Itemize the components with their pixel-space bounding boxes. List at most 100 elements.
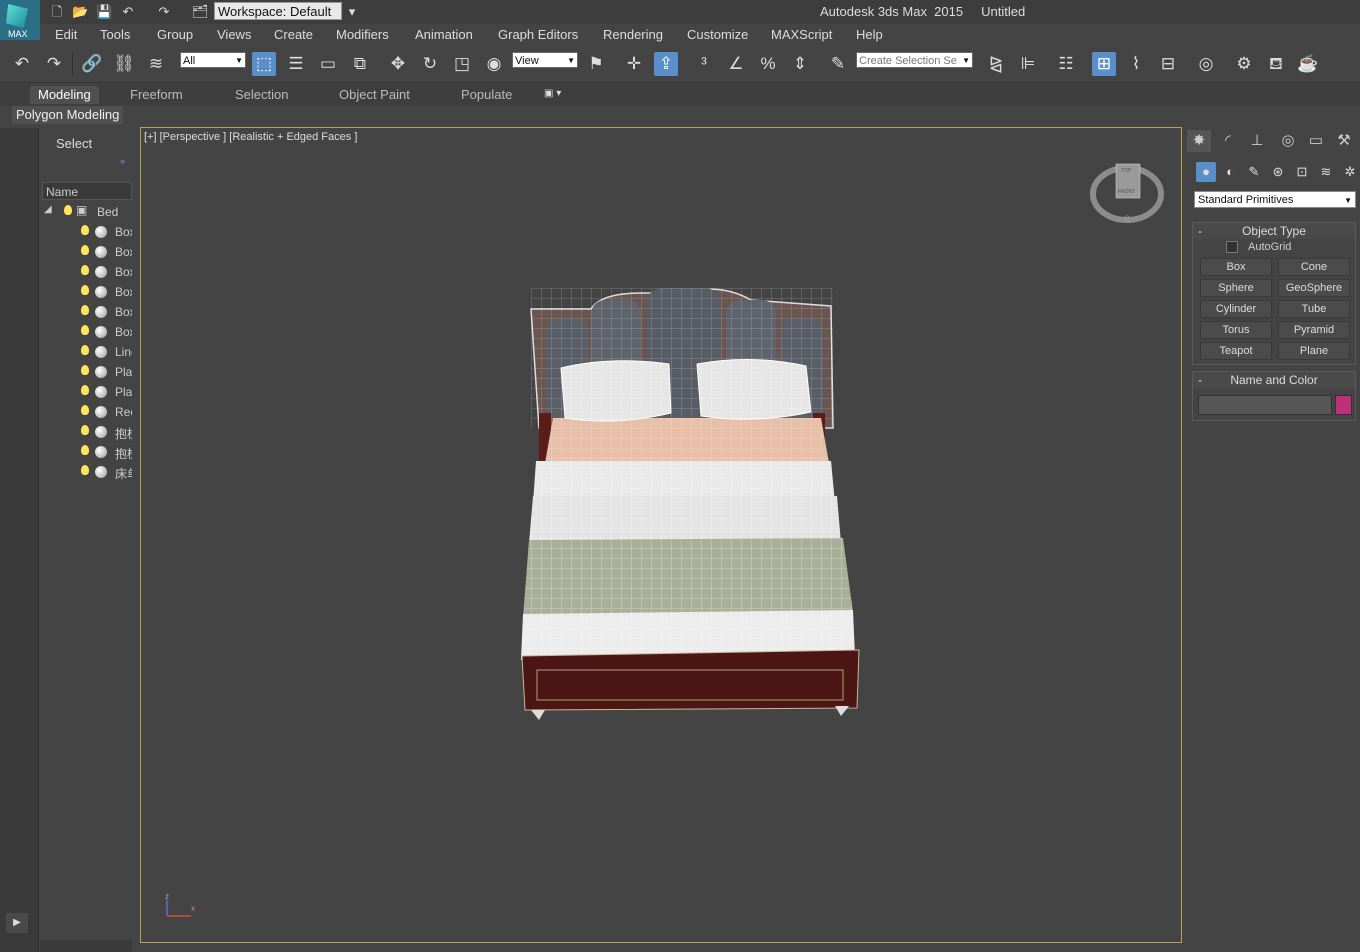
tree-row[interactable]: Plan xyxy=(42,383,132,403)
horizontal-scrollbar[interactable] xyxy=(40,940,132,952)
primitive-category-dropdown[interactable]: Standard Primitives ▼ xyxy=(1194,191,1356,208)
polygon-modeling-panel[interactable]: Polygon Modeling xyxy=(12,106,124,124)
object-type-header[interactable]: - Object Type xyxy=(1193,223,1355,239)
tab-modeling[interactable]: Modeling xyxy=(30,86,99,104)
menu-edit[interactable]: Edit xyxy=(55,27,77,42)
tree-row[interactable]: 抱枕 xyxy=(42,423,132,443)
ribbon-options-icon[interactable]: ▣ ▾ xyxy=(544,88,561,99)
helpers-icon[interactable]: ⊡ xyxy=(1292,162,1312,182)
project-folder-icon[interactable]: 🗂 xyxy=(192,4,209,20)
lightbulb-icon[interactable] xyxy=(81,405,89,415)
select-and-rotate-icon[interactable]: ↻ xyxy=(418,52,442,76)
sphere-button[interactable]: Sphere xyxy=(1200,279,1272,297)
shapes-icon[interactable]: ◐ xyxy=(1220,162,1240,182)
undo-tool-icon[interactable]: ↶ xyxy=(10,52,34,76)
tree-row[interactable]: Box xyxy=(42,223,132,243)
object-name-input[interactable] xyxy=(1198,395,1332,415)
tree-row[interactable]: Box xyxy=(42,263,132,283)
box-button[interactable]: Box xyxy=(1200,258,1272,276)
lightbulb-icon[interactable] xyxy=(81,345,89,355)
pivot-center-icon[interactable]: ⚑ xyxy=(584,52,608,76)
expand-triangle-icon[interactable]: ◢ xyxy=(44,204,52,215)
mirror-icon[interactable]: ⧎ xyxy=(984,52,1008,76)
tree-row[interactable]: 床单 xyxy=(42,463,132,483)
render-setup-icon[interactable]: ⚙ xyxy=(1232,52,1256,76)
lightbulb-icon[interactable] xyxy=(81,465,89,475)
lightbulb-icon[interactable] xyxy=(64,205,72,215)
tree-row[interactable]: Box xyxy=(42,303,132,323)
menu-group[interactable]: Group xyxy=(157,27,193,42)
tab-selection[interactable]: Selection xyxy=(227,86,296,104)
tab-hierarchy-icon[interactable]: ⊥ xyxy=(1245,130,1269,152)
tree-row[interactable]: Box xyxy=(42,323,132,343)
layer-manager-icon[interactable]: ☷ xyxy=(1054,52,1078,76)
new-file-icon[interactable]: 🗋 xyxy=(49,4,65,20)
lightbulb-icon[interactable] xyxy=(81,225,89,235)
menu-modifiers[interactable]: Modifiers xyxy=(336,27,389,42)
application-button[interactable]: MAX xyxy=(0,0,40,40)
edit-named-selection-icon[interactable]: ✎ xyxy=(826,52,850,76)
select-and-scale-icon[interactable]: ◳ xyxy=(450,52,474,76)
menu-customize[interactable]: Customize xyxy=(687,27,748,42)
percent-snap-icon[interactable]: % xyxy=(756,52,780,76)
perspective-viewport[interactable]: TOP FRONT S z x xyxy=(140,127,1182,943)
tube-button[interactable]: Tube xyxy=(1278,300,1350,318)
lightbulb-icon[interactable] xyxy=(81,385,89,395)
select-and-move-icon[interactable]: ✥ xyxy=(386,52,410,76)
tree-row[interactable]: 抱枕 xyxy=(42,443,132,463)
geometry-icon[interactable]: ● xyxy=(1196,162,1216,182)
tree-row-root[interactable]: ◢ ▣ Bed xyxy=(42,203,132,223)
cylinder-button[interactable]: Cylinder xyxy=(1200,300,1272,318)
autogrid-checkbox[interactable] xyxy=(1226,241,1238,253)
tab-populate[interactable]: Populate xyxy=(453,86,520,104)
reference-coordinate-dropdown[interactable]: View ▼ xyxy=(512,52,578,68)
render-production-icon[interactable]: ☕ xyxy=(1296,52,1320,76)
plane-button[interactable]: Plane xyxy=(1278,342,1350,360)
torus-button[interactable]: Torus xyxy=(1200,321,1272,339)
tab-utilities-icon[interactable]: ⚒ xyxy=(1332,130,1356,152)
spinner-snap-icon[interactable]: ⇕ xyxy=(788,52,812,76)
name-column-header[interactable]: Name xyxy=(42,182,132,200)
save-file-icon[interactable]: 💾 xyxy=(96,4,112,20)
selection-filter-dropdown[interactable]: All ▼ xyxy=(180,52,246,68)
tab-modify-icon[interactable]: ◜ xyxy=(1216,130,1240,152)
rendered-frame-window-icon[interactable]: ⛾ xyxy=(1264,52,1288,76)
align-icon[interactable]: ⊫ xyxy=(1016,52,1040,76)
scene-explorer-toggle-icon[interactable]: ⊞ xyxy=(1092,52,1116,76)
tab-create-icon[interactable]: ✸ xyxy=(1187,130,1211,152)
systems-icon[interactable]: ✲ xyxy=(1340,162,1360,182)
select-and-place-icon[interactable]: ◉ xyxy=(482,52,506,76)
tree-row[interactable]: Rec xyxy=(42,403,132,423)
tab-object-paint[interactable]: Object Paint xyxy=(331,86,418,104)
workspace-dropdown[interactable]: Workspace: Default xyxy=(214,2,342,20)
name-and-color-header[interactable]: - Name and Color xyxy=(1193,372,1355,388)
keyboard-shortcut-override-icon[interactable]: ⇪ xyxy=(654,52,678,76)
unlink-icon[interactable]: ⛓ xyxy=(112,52,136,76)
cone-button[interactable]: Cone xyxy=(1278,258,1350,276)
tree-row[interactable]: Plan xyxy=(42,363,132,383)
menu-graph-editors[interactable]: Graph Editors xyxy=(498,27,578,42)
lights-icon[interactable]: ✎ xyxy=(1244,162,1264,182)
named-selection-sets-dropdown[interactable]: Create Selection Se ▼ xyxy=(856,52,973,68)
lightbulb-icon[interactable] xyxy=(81,425,89,435)
menu-maxscript[interactable]: MAXScript xyxy=(771,27,832,42)
cameras-icon[interactable]: ⊛ xyxy=(1268,162,1288,182)
curve-editor-icon[interactable]: ⌇ xyxy=(1124,52,1148,76)
expand-arrows-icon[interactable]: » xyxy=(120,156,125,166)
pyramid-button[interactable]: Pyramid xyxy=(1278,321,1350,339)
redo-icon[interactable]: ↷ xyxy=(156,4,172,20)
menu-views[interactable]: Views xyxy=(217,27,251,42)
lightbulb-icon[interactable] xyxy=(81,325,89,335)
lightbulb-icon[interactable] xyxy=(81,245,89,255)
open-file-icon[interactable]: 📂 xyxy=(72,4,88,20)
geosphere-button[interactable]: GeoSphere xyxy=(1278,279,1350,297)
space-warps-icon[interactable]: ≋ xyxy=(1316,162,1336,182)
schematic-view-icon[interactable]: ⊟ xyxy=(1156,52,1180,76)
tree-row[interactable]: Box xyxy=(42,283,132,303)
rectangular-selection-icon[interactable]: ▭ xyxy=(316,52,340,76)
menu-animation[interactable]: Animation xyxy=(415,27,473,42)
lightbulb-icon[interactable] xyxy=(81,285,89,295)
menu-rendering[interactable]: Rendering xyxy=(603,27,663,42)
select-by-name-icon[interactable]: ☰ xyxy=(284,52,308,76)
select-object-icon[interactable]: ⬚ xyxy=(252,52,276,76)
